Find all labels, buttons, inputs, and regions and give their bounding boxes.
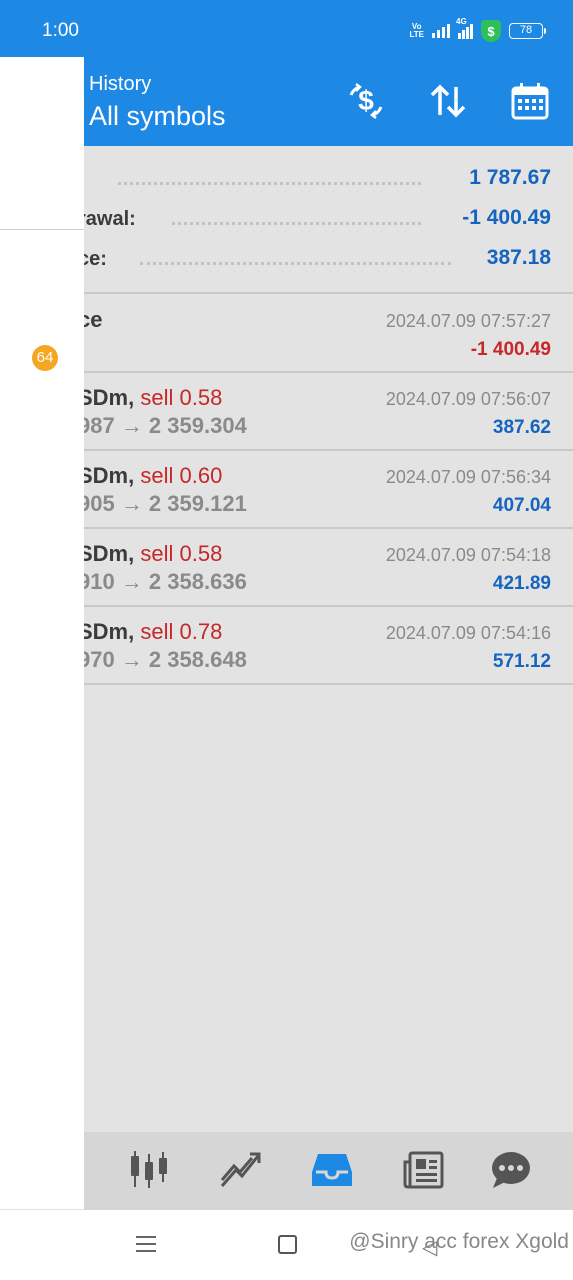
page-subtitle: History: [89, 73, 152, 95]
deal-amount: 571.12: [492, 651, 551, 672]
volte-icon: Vo LTE: [409, 22, 424, 39]
dotted-leader: [140, 262, 451, 265]
chat-icon: [492, 1152, 530, 1188]
history-summary: 1 787.67 rawal: -1 400.49 ce: 387.18: [0, 146, 573, 294]
status-time: 1:00: [42, 20, 79, 41]
signal-4g-icon: 4G: [456, 17, 473, 39]
deal-amount: -1 400.49: [470, 339, 551, 360]
drawer-divider: [0, 229, 84, 230]
deal-symbol: SDm, sell 0.58: [78, 541, 223, 566]
list-item[interactable]: SDm, sell 0.58 910 → 2 358.636 2024.07.0…: [0, 529, 573, 607]
quotes-icon: [131, 1151, 167, 1188]
deposit-exchange-button[interactable]: $: [346, 81, 386, 121]
deal-price: 905 → 2 359.121: [78, 491, 247, 516]
sort-button[interactable]: [428, 81, 468, 121]
deal-amount: 387.62: [492, 417, 551, 438]
bottom-navigation: [84, 1132, 573, 1210]
deal-symbol: SDm, sell 0.78: [78, 619, 223, 644]
page-title[interactable]: All symbols: [89, 101, 226, 132]
battery-icon: 78: [509, 23, 546, 39]
deal-symbol: SDm, sell 0.60: [78, 463, 223, 488]
list-item[interactable]: ce 2024.07.09 07:57:27 -1 400.49: [0, 295, 573, 373]
deal-date: 2024.07.09 07:54:16: [385, 623, 551, 643]
calendar-icon: [511, 83, 549, 120]
sort-icon: [430, 84, 466, 118]
summary-value: 387.18: [486, 246, 551, 269]
list-item[interactable]: SDm, sell 0.60 905 → 2 359.121 2024.07.0…: [0, 451, 573, 529]
navigation-drawer[interactable]: 64: [0, 57, 84, 1209]
status-bar: 1:00 Vo LTE 4G $ 78: [0, 0, 573, 57]
history-icon: [312, 1154, 352, 1186]
system-navigation-bar: ◁ @Sinry acc forex Xgold: [0, 1210, 573, 1280]
deal-amount: 421.89: [492, 573, 551, 594]
deal-date: 2024.07.09 07:56:07: [385, 389, 551, 409]
app-bar: History All symbols $: [0, 57, 573, 146]
deal-price: 987 → 2 359.304: [78, 413, 247, 438]
nav-quotes[interactable]: [125, 1148, 173, 1192]
deal-date: 2024.07.09 07:56:34: [385, 467, 551, 487]
dotted-leader: [118, 182, 421, 185]
chart-icon: [220, 1152, 261, 1187]
deal-date: 2024.07.09 07:57:27: [385, 311, 551, 331]
nav-chat[interactable]: [487, 1148, 535, 1192]
svg-text:$: $: [358, 85, 374, 116]
list-item[interactable]: SDm, sell 0.58 987 → 2 359.304 2024.07.0…: [0, 373, 573, 451]
deal-price: 910 → 2 358.636: [78, 569, 247, 594]
watermark: @Sinry acc forex Xgold: [349, 1230, 569, 1253]
calendar-button[interactable]: [510, 81, 550, 121]
deal-price: 970 → 2 358.648: [78, 647, 247, 672]
summary-value: -1 400.49: [462, 206, 551, 229]
nav-chart[interactable]: [216, 1148, 264, 1192]
recent-apps-icon[interactable]: [134, 1232, 158, 1256]
dotted-leader: [172, 222, 421, 225]
summary-label: rawal:: [78, 208, 136, 230]
shield-icon: $: [481, 20, 501, 42]
signal-icon: [432, 24, 450, 38]
notification-badge[interactable]: 64: [32, 345, 58, 371]
home-icon[interactable]: [278, 1235, 297, 1254]
nav-history[interactable]: [308, 1148, 356, 1192]
deposit-exchange-icon: $: [349, 83, 383, 119]
news-icon: [403, 1151, 444, 1189]
list-item[interactable]: SDm, sell 0.78 970 → 2 358.648 2024.07.0…: [0, 607, 573, 685]
deal-amount: 407.04: [492, 495, 551, 516]
status-icons: Vo LTE 4G $ 78: [409, 17, 546, 42]
deal-symbol: SDm, sell 0.58: [78, 385, 223, 410]
deal-date: 2024.07.09 07:54:18: [385, 545, 551, 565]
nav-news[interactable]: [400, 1148, 448, 1192]
summary-value: 1 787.67: [469, 166, 551, 189]
